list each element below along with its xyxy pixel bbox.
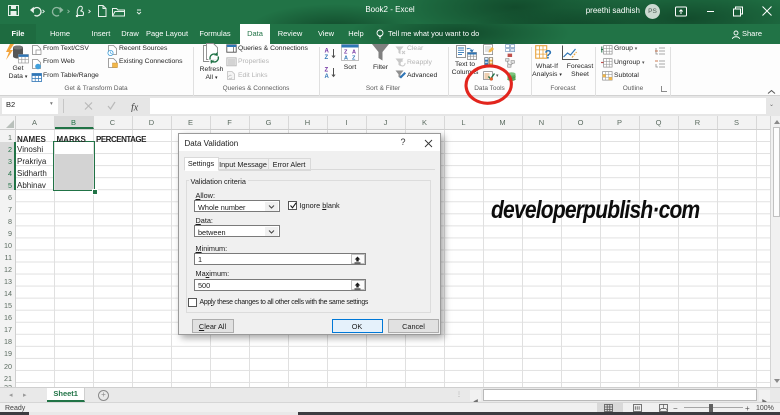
svg-text:?: ?	[545, 48, 552, 62]
svg-text:Z: Z	[325, 55, 329, 61]
svg-text:Z: Z	[325, 68, 329, 74]
svg-text:A: A	[325, 74, 330, 78]
svg-text:A: A	[325, 49, 330, 55]
svg-text:A: A	[344, 56, 348, 62]
svg-text:fx: fx	[131, 103, 139, 113]
